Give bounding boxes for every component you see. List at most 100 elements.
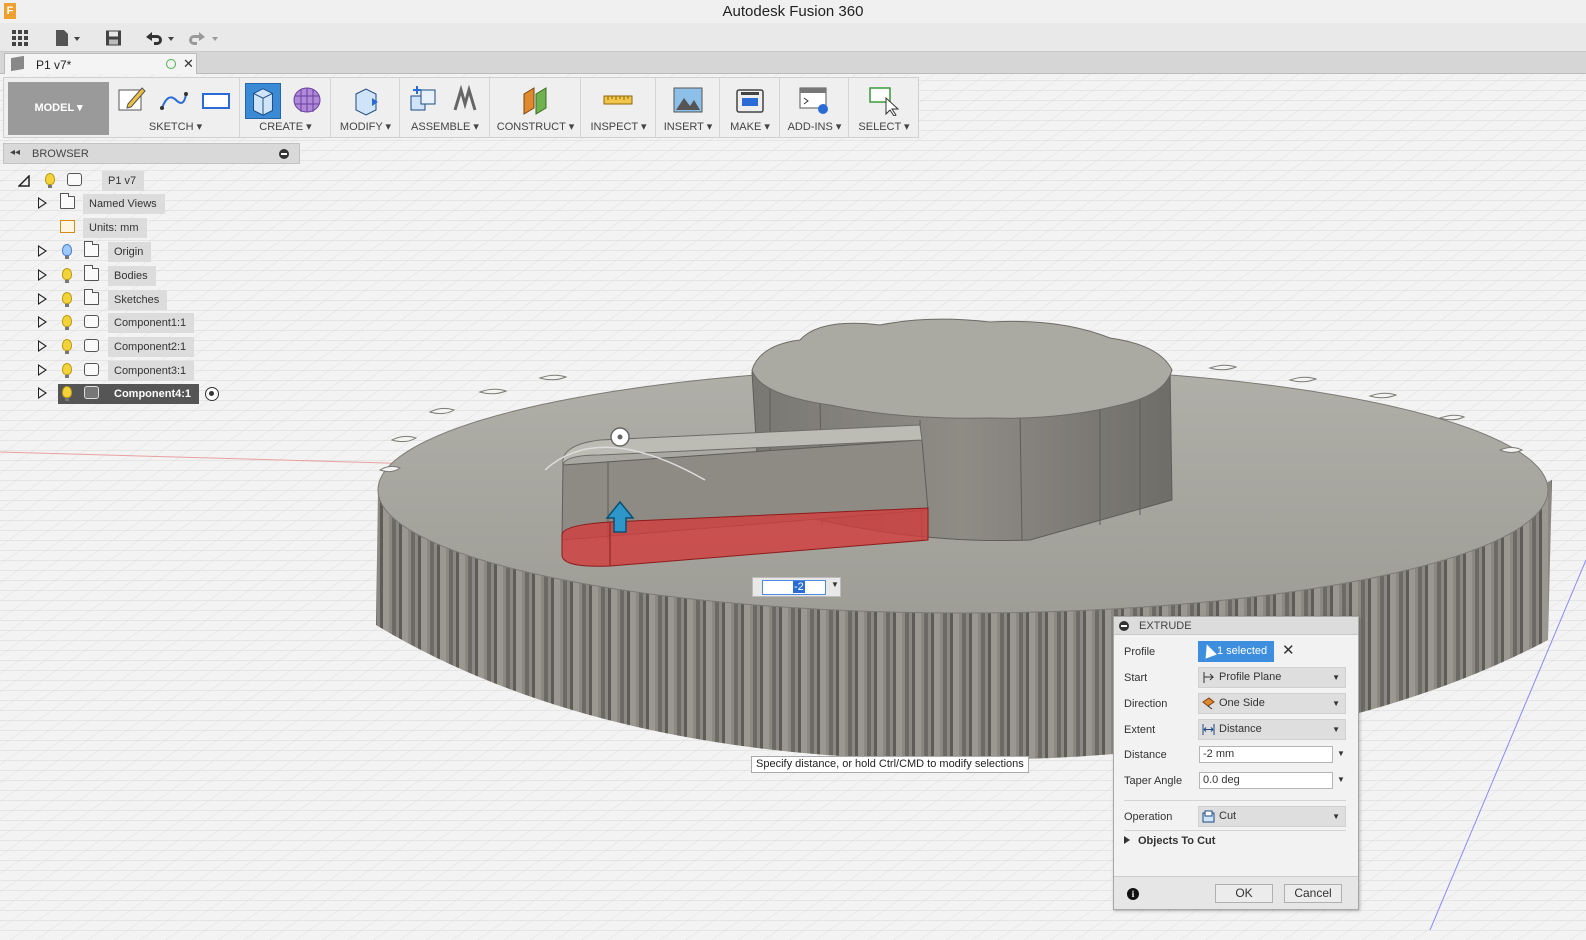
distance-manipulator-input[interactable]: -2 ▼ <box>752 577 841 597</box>
document-tab-name: P1 v7* <box>36 58 72 72</box>
visibility-bulb-icon[interactable] <box>62 244 72 259</box>
collapse-dialog-icon[interactable] <box>1119 621 1129 631</box>
data-panel-grid-icon[interactable] <box>11 29 29 47</box>
modify-group-label: MODIFY <box>339 121 383 133</box>
tree-item-named-views[interactable]: Named Views <box>38 193 178 214</box>
collapse-triangle-icon[interactable] <box>18 175 30 187</box>
visibility-bulb-icon[interactable] <box>62 363 72 378</box>
visibility-bulb-icon[interactable] <box>62 315 72 330</box>
redo-icon[interactable] <box>187 29 221 47</box>
line-icon[interactable] <box>158 84 190 116</box>
visibility-bulb-icon[interactable] <box>62 339 72 354</box>
profile-selection-value: 1 selected <box>1217 645 1268 657</box>
start-dropdown[interactable]: Profile Plane ▼ <box>1198 667 1346 688</box>
scripts-addins-icon[interactable] <box>798 84 830 116</box>
document-component-icon <box>67 173 82 186</box>
distance-input-box[interactable]: -2 <box>762 580 826 595</box>
direction-dropdown[interactable]: One Side ▼ <box>1198 693 1346 714</box>
create-group[interactable]: CREATE ▾ <box>241 78 331 137</box>
tree-item-label: Bodies <box>108 266 156 286</box>
profile-selection-button[interactable]: 1 selected <box>1198 641 1274 662</box>
select-icon[interactable] <box>868 84 900 116</box>
construct-group[interactable]: CONSTRUCT ▾ <box>491 78 581 137</box>
construct-group-label: CONSTRUCT <box>496 121 566 133</box>
insert-group[interactable]: INSERT ▾ <box>657 78 720 137</box>
make-group[interactable]: MAKE ▾ <box>721 78 780 137</box>
expand-triangle-icon[interactable] <box>38 269 47 281</box>
distance-field[interactable]: -2 mm <box>1199 746 1333 763</box>
tree-item-component1[interactable]: Component1:1 <box>38 313 198 333</box>
expand-triangle-icon <box>1124 836 1130 844</box>
close-tab-icon[interactable]: ✕ <box>183 56 194 72</box>
tree-root[interactable]: P1 v7 <box>18 171 145 191</box>
expand-triangle-icon[interactable] <box>38 340 47 352</box>
expand-triangle-icon[interactable] <box>38 293 47 305</box>
extrude-dialog-title: EXTRUDE <box>1139 620 1192 632</box>
visibility-bulb-icon[interactable] <box>62 268 72 283</box>
inspect-group[interactable]: INSPECT ▾ <box>582 78 656 137</box>
tree-item-origin[interactable]: Origin <box>38 241 178 262</box>
sketch-group[interactable]: SKETCH ▾ <box>112 78 240 137</box>
folder-icon <box>84 265 99 281</box>
extent-dropdown[interactable]: Distance ▼ <box>1198 719 1346 740</box>
visibility-bulb-icon[interactable] <box>62 386 72 401</box>
chevron-down-icon[interactable]: ▼ <box>1337 775 1345 784</box>
addins-group[interactable]: ADD-INS ▾ <box>781 78 849 137</box>
expand-triangle-icon[interactable] <box>38 364 47 376</box>
expand-triangle-icon[interactable] <box>38 316 47 328</box>
tree-item-component2[interactable]: Component2:1 <box>38 337 198 357</box>
info-icon[interactable]: i <box>1127 888 1139 900</box>
component-icon <box>84 315 99 328</box>
modify-group[interactable]: MODIFY ▾ <box>332 78 400 137</box>
ok-button[interactable]: OK <box>1215 884 1273 903</box>
offset-plane-icon[interactable] <box>520 84 552 116</box>
select-group[interactable]: SELECT ▾ <box>850 78 918 137</box>
rectangle-icon[interactable] <box>200 84 232 116</box>
operation-dropdown[interactable]: Cut ▼ <box>1198 806 1346 827</box>
expand-triangle-icon[interactable] <box>38 245 47 257</box>
collapse-browser-icon[interactable]: ◂◂ <box>10 147 20 158</box>
chevron-down-icon[interactable]: ▼ <box>1337 749 1345 758</box>
folder-icon <box>60 193 75 209</box>
extrude-icon[interactable] <box>245 83 281 119</box>
chevron-down-icon: ▼ <box>1332 812 1340 821</box>
tree-item-component4[interactable]: Component4:1 <box>38 384 238 404</box>
activate-component-radio[interactable] <box>205 387 219 401</box>
taper-angle-field[interactable]: 0.0 deg <box>1199 772 1333 789</box>
tree-item-units[interactable]: Units: mm <box>38 218 178 238</box>
browser-panel-header[interactable]: ◂◂ BROWSER <box>3 143 300 164</box>
extrude-dialog-header[interactable]: EXTRUDE <box>1114 617 1358 635</box>
press-pull-icon[interactable] <box>350 84 382 116</box>
chevron-down-icon: ▼ <box>1332 673 1340 682</box>
insert-image-icon[interactable] <box>672 84 704 116</box>
chevron-down-icon: ▼ <box>1332 725 1340 734</box>
expand-triangle-icon[interactable] <box>38 197 47 209</box>
tree-item-bodies[interactable]: Bodies <box>38 265 178 286</box>
new-component-icon[interactable] <box>407 84 439 116</box>
workspace-switcher[interactable]: MODEL ▾ <box>8 82 109 135</box>
document-tab[interactable]: P1 v7* ✕ <box>4 53 197 74</box>
file-menu-icon[interactable] <box>54 29 82 47</box>
save-icon[interactable] <box>105 29 122 47</box>
one-side-icon <box>1202 697 1215 710</box>
visibility-bulb-icon[interactable] <box>45 173 55 188</box>
chevron-down-icon[interactable]: ▼ <box>831 580 839 589</box>
assemble-group[interactable]: ASSEMBLE ▾ <box>401 78 490 137</box>
cancel-button[interactable]: Cancel <box>1284 884 1342 903</box>
visibility-bulb-icon[interactable] <box>62 292 72 307</box>
clear-selection-icon[interactable]: ✕ <box>1282 641 1295 659</box>
workspace-label: MODEL <box>34 102 74 114</box>
minimize-browser-icon[interactable] <box>279 149 289 159</box>
create-sketch-icon[interactable] <box>116 84 148 116</box>
undo-icon[interactable] <box>143 29 177 47</box>
tree-item-label: Origin <box>108 242 152 262</box>
objects-to-cut-toggle[interactable]: Objects To Cut <box>1124 835 1215 847</box>
form-icon[interactable] <box>291 84 323 116</box>
tree-item-sketches[interactable]: Sketches <box>38 289 178 310</box>
3d-print-icon[interactable] <box>734 84 766 116</box>
expand-triangle-icon[interactable] <box>38 387 47 399</box>
measure-icon[interactable] <box>602 84 634 116</box>
joint-icon[interactable] <box>449 84 481 116</box>
start-label: Start <box>1124 672 1148 684</box>
tree-item-component3[interactable]: Component3:1 <box>38 361 198 381</box>
